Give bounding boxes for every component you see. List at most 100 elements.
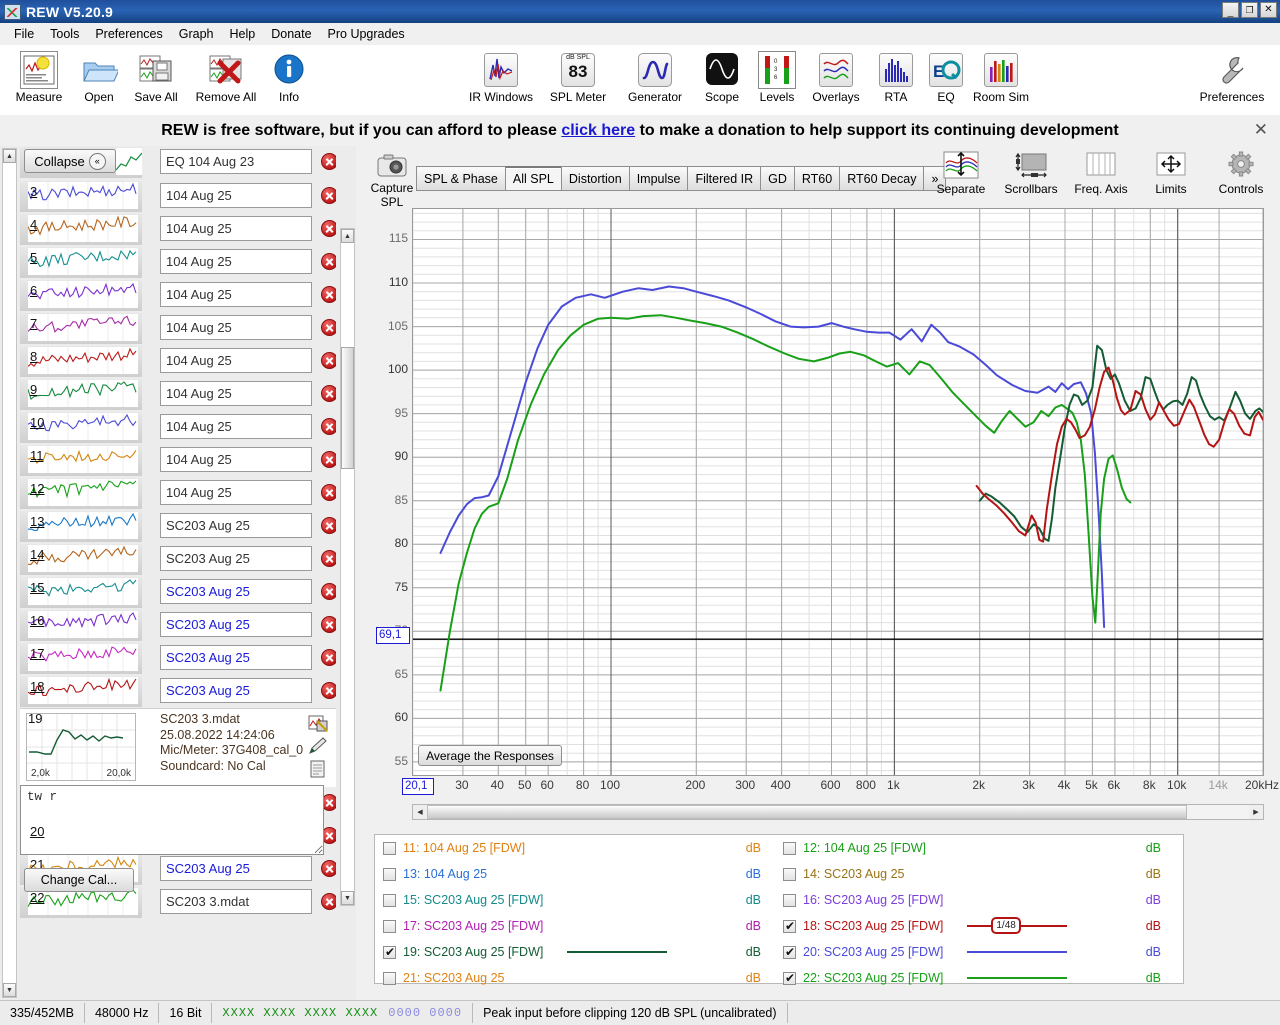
- change-cal-button[interactable]: Change Cal...: [24, 868, 134, 892]
- legend-checkbox-11[interactable]: [383, 841, 396, 855]
- average-responses-button[interactable]: Average the Responses: [418, 745, 562, 766]
- capture-button[interactable]: Capture SPL: [362, 152, 422, 209]
- legend-entry-15[interactable]: 15: SC203 Aug 25 [FDW] dB: [375, 887, 775, 913]
- measurement-name-input[interactable]: [160, 889, 312, 914]
- legend-checkbox-19[interactable]: [383, 945, 396, 959]
- toolbar-room-sim-button[interactable]: Room Sim: [965, 51, 1037, 104]
- donation-link[interactable]: click here: [561, 122, 635, 139]
- delete-measurement-icon[interactable]: [321, 451, 336, 468]
- menu-pro-upgrades[interactable]: Pro Upgrades: [320, 25, 413, 43]
- separate-button[interactable]: Separate: [926, 150, 996, 196]
- measurement-name-input[interactable]: [160, 513, 312, 538]
- delete-measurement-icon[interactable]: [321, 286, 336, 303]
- measurement-row[interactable]: 15: [20, 576, 336, 609]
- toolbar-preferences-button[interactable]: Preferences: [1196, 51, 1268, 104]
- delete-measurement-icon[interactable]: [321, 484, 336, 501]
- legend-entry-11[interactable]: 11: 104 Aug 25 [FDW] dB: [375, 835, 775, 861]
- legend-entry-20[interactable]: 20: SC203 Aug 25 [FDW] dB: [775, 939, 1175, 965]
- delete-measurement-icon[interactable]: [321, 860, 336, 877]
- delete-measurement-icon[interactable]: [321, 550, 336, 567]
- graph-scroll-left-arrow[interactable]: ◀: [413, 805, 427, 819]
- measurement-name-input[interactable]: [160, 183, 312, 208]
- legend-entry-18[interactable]: 18: SC203 Aug 25 [FDW] 1/48 dB: [775, 913, 1175, 939]
- measurement-row[interactable]: 3: [20, 180, 336, 213]
- measurement-row-top[interactable]: Collapse «: [20, 146, 336, 180]
- delete-measurement-icon[interactable]: [321, 253, 336, 270]
- legend-checkbox-22[interactable]: [783, 971, 796, 985]
- legend-entry-13[interactable]: 13: 104 Aug 25 dB: [375, 861, 775, 887]
- legend-entry-19[interactable]: 19: SC203 Aug 25 [FDW] dB: [375, 939, 775, 965]
- measurement-name-input[interactable]: [160, 216, 312, 241]
- menu-graph[interactable]: Graph: [171, 25, 222, 43]
- delete-measurement-icon[interactable]: [321, 682, 336, 699]
- delete-measurement-icon[interactable]: [321, 517, 336, 534]
- delete-measurement-icon-top[interactable]: [321, 153, 336, 170]
- measurement-name-input[interactable]: [160, 348, 312, 373]
- delete-measurement-icon[interactable]: [321, 319, 336, 336]
- measurement-name-input[interactable]: [160, 480, 312, 505]
- measurement-name-input[interactable]: [160, 381, 312, 406]
- menu-help[interactable]: Help: [222, 25, 264, 43]
- measurement-row[interactable]: 12: [20, 477, 336, 510]
- menu-preferences[interactable]: Preferences: [87, 25, 170, 43]
- measurement-name-input[interactable]: [160, 856, 312, 881]
- menu-file[interactable]: File: [6, 25, 42, 43]
- measurement-name-input[interactable]: [160, 612, 312, 637]
- measurement-list-scrollbar[interactable]: ▲ ▼: [340, 228, 355, 906]
- legend-checkbox-13[interactable]: [383, 867, 396, 881]
- panel-scrollbar[interactable]: ▲ ▼: [2, 148, 17, 998]
- measurement-name-input-top[interactable]: [160, 149, 312, 174]
- legend-entry-16[interactable]: 16: SC203 Aug 25 [FDW] dB: [775, 887, 1175, 913]
- limits-button[interactable]: Limits: [1136, 150, 1206, 196]
- legend-entry-22[interactable]: 22: SC203 Aug 25 [FDW] dB: [775, 965, 1175, 991]
- measurement-name-input[interactable]: [160, 678, 312, 703]
- close-button[interactable]: ✕: [1260, 2, 1277, 18]
- legend-entry-17[interactable]: 17: SC203 Aug 25 [FDW] dB: [375, 913, 775, 939]
- collapse-button[interactable]: Collapse «: [24, 149, 116, 173]
- y-cursor-value[interactable]: 69,1: [376, 627, 410, 644]
- banner-close-icon[interactable]: ✕: [1254, 121, 1268, 138]
- toolbar-ir-windows-button[interactable]: IR Windows: [465, 51, 537, 104]
- delete-measurement-icon[interactable]: [321, 893, 336, 910]
- menu-donate[interactable]: Donate: [263, 25, 319, 43]
- tab-filtered-ir[interactable]: Filtered IR: [687, 166, 761, 191]
- measurement-row[interactable]: 16: [20, 609, 336, 642]
- tab-gd[interactable]: GD: [760, 166, 794, 191]
- graph-scroll-right-arrow[interactable]: ▶: [1249, 805, 1263, 819]
- legend-checkbox-14[interactable]: [783, 867, 796, 881]
- tab-spl-phase[interactable]: SPL & Phase: [416, 166, 505, 191]
- panel-scroll-down-arrow[interactable]: ▼: [3, 983, 16, 997]
- measurement-row[interactable]: 13: [20, 510, 336, 543]
- delete-measurement-icon[interactable]: [321, 418, 336, 435]
- freq-axis-button[interactable]: Freq. Axis: [1066, 150, 1136, 196]
- graph-horizontal-scrollbar[interactable]: ◀ ▶: [412, 804, 1264, 820]
- legend-checkbox-15[interactable]: [383, 893, 396, 907]
- toolbar-info-button[interactable]: Info: [253, 51, 325, 104]
- measurement-row[interactable]: 6: [20, 279, 336, 312]
- measurement-row[interactable]: 17: [20, 642, 336, 675]
- delete-measurement-icon[interactable]: [321, 583, 336, 600]
- legend-checkbox-16[interactable]: [783, 893, 796, 907]
- legend-entry-14[interactable]: 14: SC203 Aug 25 dB: [775, 861, 1175, 887]
- toolbar-spl-meter-button[interactable]: dB SPL 83 SPL Meter: [542, 51, 614, 104]
- notes-icon[interactable]: [308, 759, 328, 779]
- legend-entry-12[interactable]: 12: 104 Aug 25 [FDW] dB: [775, 835, 1175, 861]
- legend-checkbox-18[interactable]: [783, 919, 796, 933]
- measurement-name-input[interactable]: [160, 282, 312, 307]
- measurement-row[interactable]: 10: [20, 411, 336, 444]
- measurement-name-input[interactable]: [160, 414, 312, 439]
- measurement-name-input[interactable]: [160, 249, 312, 274]
- minimize-button[interactable]: _: [1222, 2, 1239, 18]
- delete-measurement-icon[interactable]: [321, 187, 336, 204]
- measurement-name-input[interactable]: [160, 447, 312, 472]
- graph-scroll-thumb[interactable]: [427, 805, 1187, 819]
- tab-impulse[interactable]: Impulse: [628, 166, 688, 191]
- menu-tools[interactable]: Tools: [42, 25, 87, 43]
- x-cursor-value[interactable]: 20,1: [402, 778, 434, 795]
- save-icon[interactable]: [308, 713, 328, 733]
- measurement-row[interactable]: 9: [20, 378, 336, 411]
- legend-checkbox-17[interactable]: [383, 919, 396, 933]
- tab-distortion[interactable]: Distortion: [560, 166, 629, 191]
- legend-entry-21[interactable]: 21: SC203 Aug 25 dB: [375, 965, 775, 991]
- measurement-row[interactable]: 7: [20, 312, 336, 345]
